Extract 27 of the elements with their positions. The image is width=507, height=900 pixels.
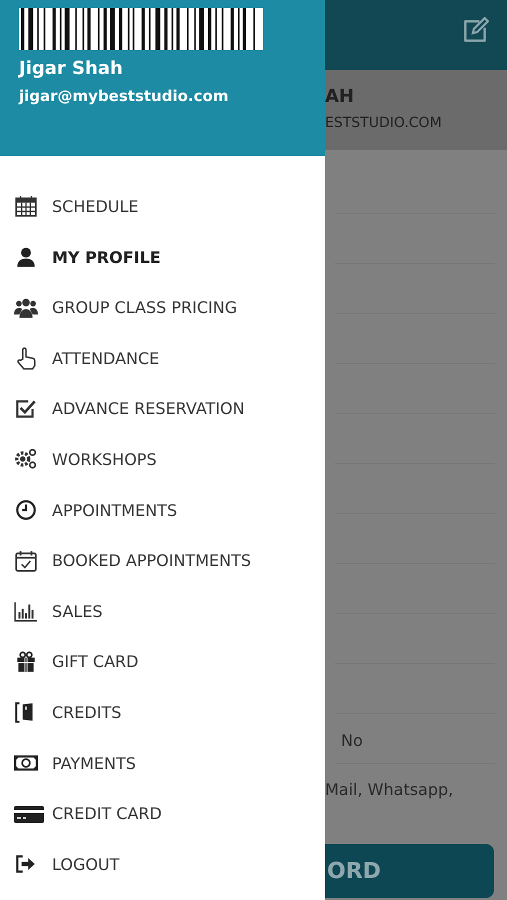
menu-item[interactable]: LOGOUT <box>0 849 325 900</box>
menu-item[interactable]: GIFT CARD <box>0 647 325 698</box>
menu-item[interactable]: BOOKED APPOINTMENTS <box>0 546 325 596</box>
menu-item[interactable]: GROUP CLASS PRICING <box>0 292 325 344</box>
menu-item[interactable]: CREDITS <box>0 698 325 748</box>
menu-item[interactable]: WORKSHOPS <box>0 444 325 496</box>
clock-icon <box>14 498 38 522</box>
menu-item[interactable]: APPOINTMENTS <box>0 495 325 546</box>
calendar-check-icon <box>14 548 38 573</box>
field-value: Mail, Whatsapp, <box>325 780 454 799</box>
menu-item[interactable]: CREDIT CARD <box>0 798 325 850</box>
barcode-icon <box>19 8 263 50</box>
menu-item[interactable]: SALES <box>0 596 325 648</box>
menu-item[interactable]: ADVANCE RESERVATION <box>0 394 325 445</box>
menu-item[interactable]: ATTENDANCE <box>0 343 325 394</box>
menu-item[interactable]: SCHEDULE <box>0 192 325 242</box>
profile-name: AH <box>325 86 354 107</box>
user-name: Jigar Shah <box>19 58 123 79</box>
calendar-icon <box>14 194 38 218</box>
menu-item[interactable]: PAYMENTS <box>0 748 325 799</box>
submit-button[interactable]: ORD <box>325 844 494 898</box>
menu-item[interactable]: MY PROFILE <box>0 242 325 293</box>
user-email: jigar@mybeststudio.com <box>19 87 228 105</box>
pointing-hand-icon <box>14 346 38 370</box>
profile-email: ESTSTUDIO.COM <box>325 115 442 131</box>
field-value: No <box>340 731 363 750</box>
edit-icon[interactable] <box>461 17 489 45</box>
